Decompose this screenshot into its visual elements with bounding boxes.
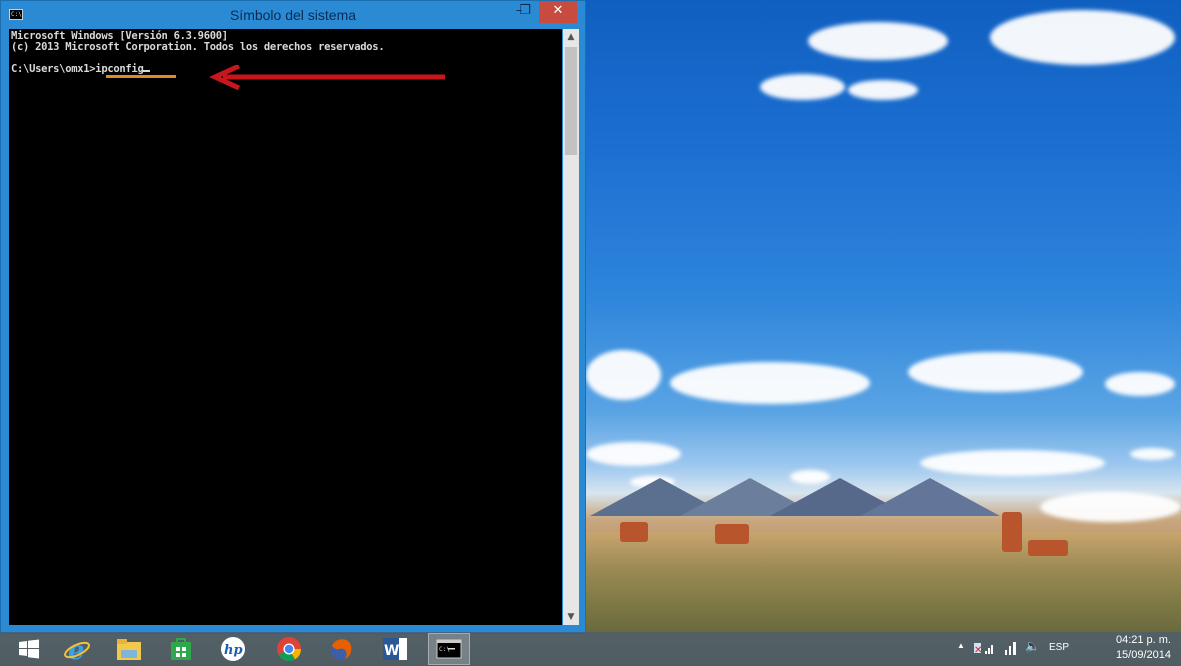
- language-indicator[interactable]: ESP: [1049, 642, 1069, 653]
- svg-text:e: e: [68, 636, 85, 663]
- taskbar-word[interactable]: W: [374, 633, 416, 665]
- console-line-copyright: (c) 2013 Microsoft Corporation. Todos lo…: [11, 41, 385, 53]
- taskbar-file-explorer[interactable]: [108, 633, 150, 665]
- console-prompt-line: C:\Users\omx1>ipconfig: [11, 63, 151, 75]
- store-icon: [171, 638, 191, 660]
- svg-text:hp: hp: [224, 643, 243, 658]
- firefox-icon: [331, 639, 352, 660]
- network-icon[interactable]: ✕: [973, 640, 995, 659]
- taskbar-hp[interactable]: hp: [212, 633, 254, 665]
- taskbar-command-prompt[interactable]: C:\: [428, 633, 470, 665]
- clock-time[interactable]: 04:21 p. m.: [1116, 634, 1171, 646]
- start-button[interactable]: [8, 633, 50, 665]
- text-cursor: [143, 70, 151, 72]
- chrome-icon: [277, 637, 301, 662]
- close-button[interactable]: ✕: [539, 1, 577, 23]
- annotation-underline: [106, 75, 176, 78]
- wifi-icon[interactable]: [1003, 640, 1019, 659]
- maximize-button[interactable]: ❐: [513, 1, 537, 23]
- vertical-scrollbar[interactable]: ▲ ▼: [563, 29, 579, 625]
- word-icon: W: [383, 638, 407, 660]
- hp-icon: hp: [221, 637, 245, 661]
- clock-date[interactable]: 15/09/2014: [1116, 649, 1171, 661]
- system-tray: ▲ ✕ 🔈 ESP 04:21 p. m. 15/09/2014: [951, 632, 1181, 666]
- windows-logo-icon: [19, 639, 39, 659]
- console-command: C:\Users\omx1>ipconfig: [11, 63, 144, 75]
- command-prompt-window[interactable]: C:\ Símbolo del sistema – ❐ ✕ Microsoft …: [0, 0, 586, 634]
- volume-icon[interactable]: 🔈: [1025, 639, 1040, 653]
- window-title: Símbolo del sistema: [229, 7, 357, 23]
- show-hidden-icons-icon[interactable]: ▲: [957, 641, 965, 650]
- annotation-arrow-icon: [209, 65, 445, 91]
- taskbar-store[interactable]: [160, 633, 202, 665]
- svg-text:✕: ✕: [974, 645, 982, 656]
- taskbar-internet-explorer[interactable]: e: [56, 633, 98, 665]
- console-output[interactable]: Microsoft Windows [Versión 6.3.9600] (c)…: [9, 29, 562, 625]
- cmd-icon: C:\: [436, 639, 462, 659]
- svg-text:W: W: [384, 643, 399, 659]
- title-bar[interactable]: C:\ Símbolo del sistema – ❐ ✕: [1, 1, 585, 29]
- ie-icon: e: [64, 636, 90, 663]
- scroll-thumb[interactable]: [565, 47, 577, 155]
- taskbar-chrome[interactable]: [268, 633, 310, 665]
- folder-icon: [117, 639, 141, 660]
- taskbar-firefox[interactable]: [320, 633, 362, 665]
- scroll-up-icon[interactable]: ▲: [563, 29, 579, 45]
- taskbar: e hp W C:\ ▲ ✕ 🔈 ESP 04:21 p. m. 15/09/2…: [0, 632, 1181, 666]
- scroll-down-icon[interactable]: ▼: [563, 609, 579, 625]
